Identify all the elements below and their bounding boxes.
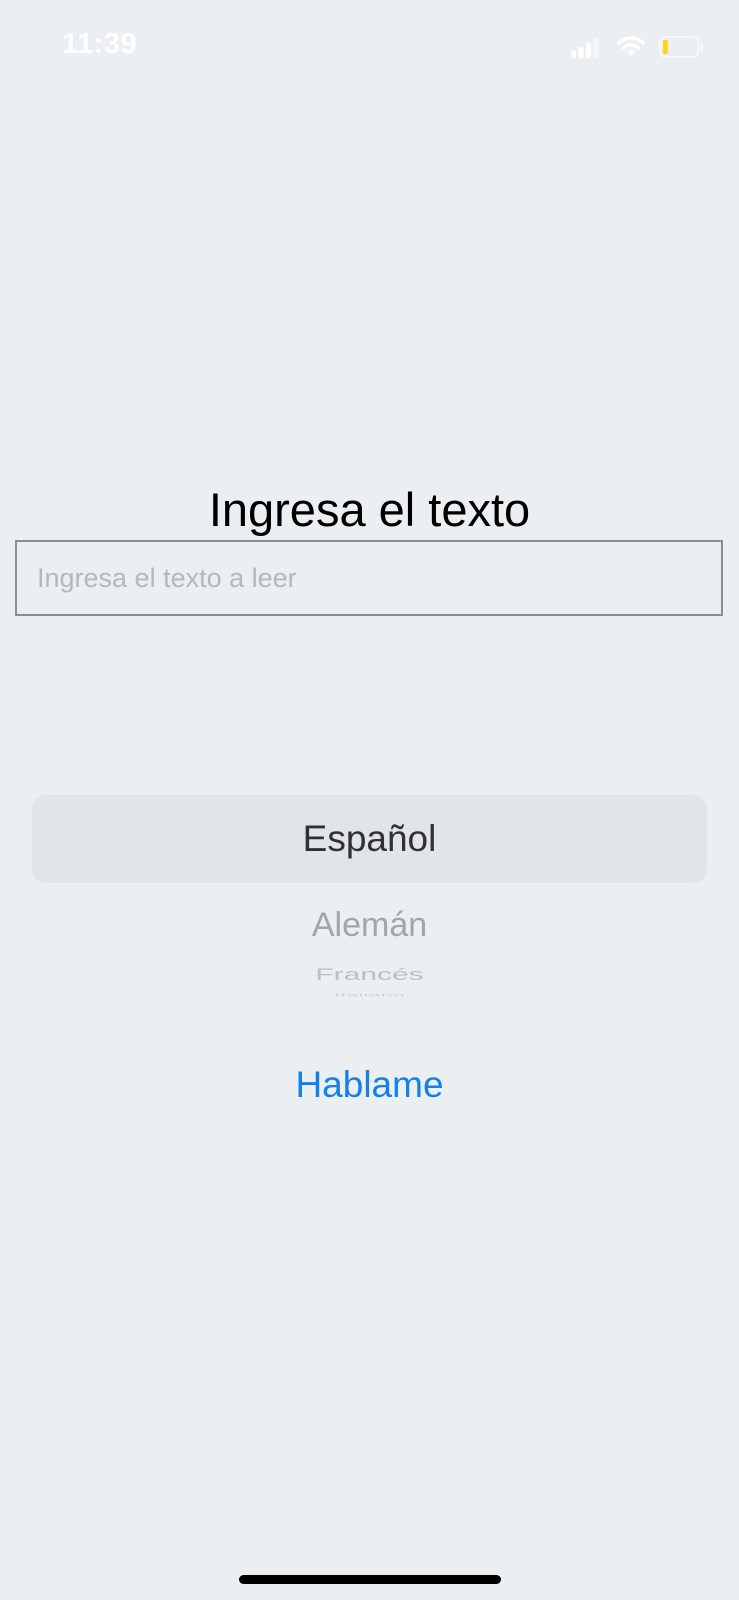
battery-icon (659, 36, 703, 58)
page-title: Ingresa el texto (208, 483, 531, 536)
wifi-icon (617, 36, 645, 56)
home-indicator[interactable] (239, 1575, 501, 1584)
picker-item-aleman[interactable]: Alemán (32, 900, 707, 950)
speak-button[interactable]: Hablame (0, 1055, 739, 1115)
language-picker[interactable]: Español Alemán Francés Italiano (32, 790, 707, 1010)
status-bar: 11:39 (0, 0, 739, 95)
cellular-signal-icon (571, 38, 599, 58)
picker-item-italiano[interactable]: Italiano (32, 994, 707, 997)
picker-item-espanol[interactable]: Español (32, 795, 707, 883)
picker-item-frances[interactable]: Francés (32, 961, 707, 989)
status-time: 11:39 (62, 28, 138, 60)
text-to-read-input[interactable] (15, 540, 723, 616)
